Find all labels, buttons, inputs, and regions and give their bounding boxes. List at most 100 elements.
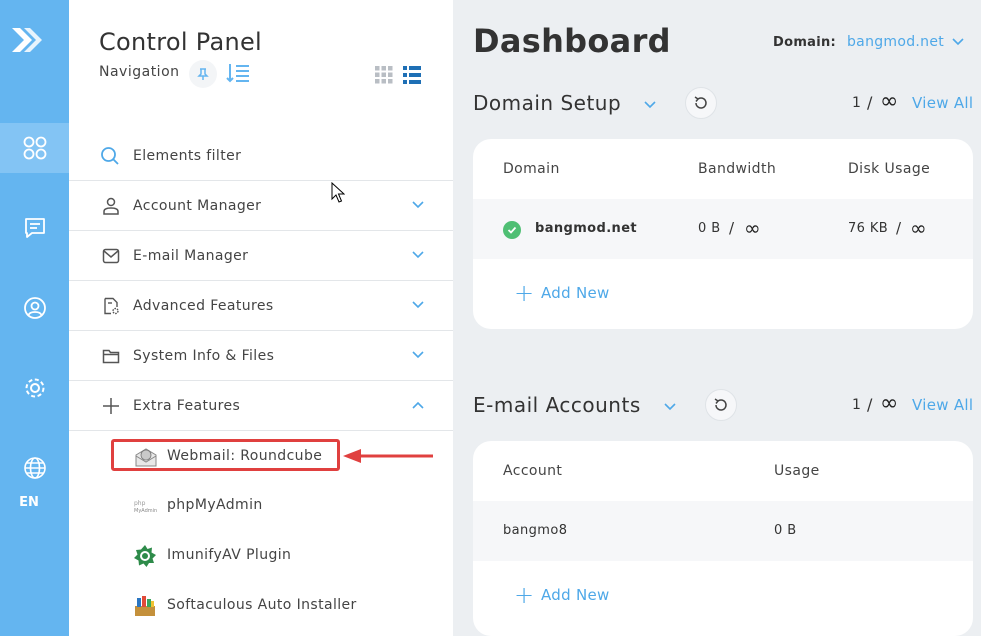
rail-dashboard-button[interactable]: [0, 123, 69, 173]
navigation-label: Navigation: [99, 64, 180, 80]
view-all-domains-link[interactable]: View All: [912, 94, 973, 112]
plus-icon: [103, 398, 119, 414]
dashboard-icon: [23, 136, 46, 160]
softaculous-icon: [135, 596, 155, 616]
refresh-icon: [714, 398, 727, 411]
pin-button[interactable]: [189, 60, 217, 88]
disk-usage-cell: 76 KB: [848, 221, 889, 236]
panel-title: Control Panel: [99, 28, 263, 56]
refresh-button[interactable]: [685, 87, 717, 119]
search-icon: [101, 147, 119, 165]
list-view-icon[interactable]: [403, 66, 421, 84]
status-ok-icon: [503, 221, 521, 239]
imunify-icon: [134, 545, 156, 567]
column-header-account: Account: [503, 463, 563, 479]
globe-icon: [23, 457, 46, 479]
rail-language-button[interactable]: [0, 443, 69, 493]
disk-limit: ∞: [910, 216, 927, 240]
submenu-imunifyav[interactable]: ImunifyAV Plugin: [111, 539, 411, 573]
bandwidth-separator: /: [729, 219, 735, 237]
submenu-label: Softaculous Auto Installer: [167, 597, 357, 613]
domain-selector[interactable]: bangmod.net: [847, 34, 944, 50]
submenu-phpmyadmin[interactable]: php MyAdmin phpMyAdmin: [111, 489, 411, 523]
column-header-bandwidth: Bandwidth: [698, 161, 777, 177]
add-icon[interactable]: +: [514, 583, 534, 607]
domain-name-cell[interactable]: bangmod.net: [535, 221, 637, 236]
language-code[interactable]: EN: [0, 495, 58, 510]
add-new-domain-button[interactable]: Add New: [541, 284, 610, 302]
document-gear-icon: [104, 297, 119, 315]
add-icon[interactable]: +: [514, 281, 534, 305]
chevron-up-icon: [412, 401, 424, 409]
domain-limit: ∞: [880, 89, 899, 114]
rail-settings-button[interactable]: [0, 363, 69, 413]
menu-label: Account Manager: [133, 198, 262, 214]
app-rail: EN: [0, 0, 69, 636]
menu-advanced-features[interactable]: Advanced Features: [69, 281, 453, 331]
chevron-down-icon: [412, 301, 424, 309]
submenu-label: Webmail: Roundcube: [167, 448, 323, 464]
view-all-email-link[interactable]: View All: [912, 396, 973, 414]
folder-icon: [102, 349, 120, 364]
section-title-domain-setup: Domain Setup: [473, 91, 622, 115]
chevron-down-icon: [412, 251, 424, 259]
chevron-down-icon: [412, 351, 424, 359]
submenu-label: ImunifyAV Plugin: [167, 547, 292, 563]
app-logo-icon[interactable]: [8, 20, 48, 60]
account-cell[interactable]: bangmo8: [503, 523, 567, 538]
filter-label: Elements filter: [133, 148, 242, 164]
disk-separator: /: [896, 219, 902, 237]
roundcube-icon: [135, 448, 157, 467]
menu-system-info-files[interactable]: System Info & Files: [69, 331, 453, 381]
phpmyadmin-icon: php MyAdmin: [134, 500, 157, 514]
column-header-disk-usage: Disk Usage: [848, 161, 931, 177]
bandwidth-cell: 0 B: [698, 221, 721, 236]
rail-account-button[interactable]: [0, 283, 69, 333]
menu-email-manager[interactable]: E-mail Manager: [69, 231, 453, 281]
menu-label: System Info & Files: [133, 348, 275, 364]
domain-selector-label: Domain:: [773, 35, 837, 50]
menu-label: Extra Features: [133, 398, 241, 414]
message-icon: [24, 218, 45, 238]
sort-list-icon: [226, 64, 249, 83]
chevron-down-icon[interactable]: [664, 403, 676, 411]
count-separator: /: [867, 395, 873, 414]
svg-text:php: php: [134, 500, 146, 507]
column-header-usage: Usage: [774, 463, 820, 479]
menu-extra-features[interactable]: Extra Features: [69, 381, 453, 431]
user-circle-icon: [23, 297, 46, 319]
chevron-down-icon[interactable]: [644, 101, 656, 109]
column-header-domain: Domain: [503, 161, 560, 177]
sort-button[interactable]: [225, 62, 251, 84]
chevron-down-icon: [412, 201, 424, 209]
elements-filter[interactable]: Elements filter: [69, 131, 453, 181]
grid-view-icon[interactable]: [375, 66, 393, 84]
menu-account-manager[interactable]: Account Manager: [69, 181, 453, 231]
email-limit: ∞: [880, 391, 899, 416]
menu-label: E-mail Manager: [133, 248, 249, 264]
email-count: 1: [852, 397, 861, 413]
bandwidth-limit: ∞: [744, 216, 761, 240]
submenu-label: phpMyAdmin: [167, 497, 263, 513]
domain-count: 1: [852, 95, 861, 111]
svg-text:MyAdmin: MyAdmin: [134, 508, 157, 514]
user-icon: [103, 197, 119, 215]
pin-icon: [197, 68, 209, 80]
navigation-panel: Control Panel Navigation Elements filter…: [69, 0, 453, 636]
rail-messages-button[interactable]: [0, 203, 69, 253]
add-new-email-button[interactable]: Add New: [541, 586, 610, 604]
menu-label: Advanced Features: [133, 298, 274, 314]
annotation-arrow-icon: [343, 449, 433, 463]
page-title: Dashboard: [473, 22, 671, 60]
refresh-button[interactable]: [705, 389, 737, 421]
envelope-icon: [102, 248, 120, 264]
submenu-webmail-roundcube[interactable]: Webmail: Roundcube: [111, 439, 340, 471]
section-title-email-accounts: E-mail Accounts: [473, 393, 641, 417]
gear-icon: [25, 378, 44, 398]
mouse-cursor-icon: [331, 182, 345, 203]
count-separator: /: [867, 93, 873, 112]
submenu-softaculous[interactable]: Softaculous Auto Installer: [111, 589, 411, 623]
chevron-down-icon[interactable]: [952, 38, 964, 46]
usage-cell: 0 B: [774, 523, 797, 538]
refresh-icon: [694, 96, 707, 109]
